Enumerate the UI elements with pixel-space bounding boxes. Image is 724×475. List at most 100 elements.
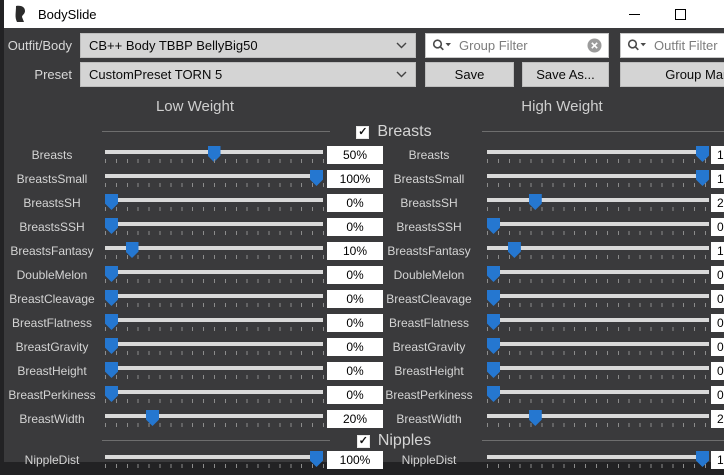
slider-row: DoubleMelon 0% DoubleMelon 0%: [4, 266, 724, 290]
slider-label-high: BreastsSmall: [374, 170, 484, 188]
slider-value-high[interactable]: 0%: [711, 290, 724, 308]
slider-value-high[interactable]: 0%: [711, 338, 724, 356]
section-checkbox[interactable]: ✓: [357, 435, 370, 448]
slider-track-low[interactable]: [105, 198, 323, 202]
slider-ticks-low: [105, 399, 324, 403]
slider-row: NippleDist 100% NippleDist 100%: [4, 451, 724, 475]
slider-label-high: BreastsSSH: [374, 218, 484, 236]
slider-ticks-low: [105, 464, 324, 468]
slider-row: BreastCleavage 0% BreastCleavage 0%: [4, 290, 724, 314]
slider-label-low: BreastGravity: [4, 338, 100, 356]
slider-ticks-low: [105, 231, 324, 235]
slider-label-low: BreastsSSH: [4, 218, 100, 236]
slider-label-low: DoubleMelon: [4, 266, 100, 284]
slider-ticks-high: [487, 231, 710, 235]
slider-track-low[interactable]: [105, 342, 323, 346]
slider-track-high[interactable]: [487, 198, 709, 202]
slider-row: Breasts 50% Breasts 100%: [4, 146, 724, 170]
slider-ticks-low: [105, 351, 324, 355]
slider-ticks-low: [105, 255, 324, 259]
slider-ticks-high: [487, 183, 710, 187]
slider-track-low[interactable]: [105, 318, 323, 322]
slider-value-high[interactable]: 10%: [711, 242, 724, 260]
slider-row: BreastsSSH 0% BreastsSSH 0%: [4, 218, 724, 242]
slider-track-high[interactable]: [487, 414, 709, 418]
slider-value-high[interactable]: 0%: [711, 386, 724, 404]
section-header: ✓ Nipples: [4, 431, 724, 451]
slider-ticks-high: [487, 279, 710, 283]
slider-value-high[interactable]: 100%: [711, 451, 724, 469]
slider-track-low[interactable]: [105, 270, 323, 274]
slider-value-high[interactable]: 20%: [711, 194, 724, 212]
slider-ticks-high: [487, 255, 710, 259]
slider-track-high[interactable]: [487, 294, 709, 298]
slider-track-low[interactable]: [105, 455, 323, 459]
slider-track-low[interactable]: [105, 294, 323, 298]
slider-ticks-high: [487, 207, 710, 211]
slider-value-high[interactable]: 100%: [711, 170, 724, 188]
slider-track-low[interactable]: [105, 222, 323, 226]
slider-track-high[interactable]: [487, 390, 709, 394]
section-title: Breasts: [377, 123, 431, 141]
slider-track-low[interactable]: [105, 150, 323, 154]
slider-track-high[interactable]: [487, 342, 709, 346]
slider-label-low: NippleDist: [4, 451, 100, 469]
slider-label-low: BreastsSH: [4, 194, 100, 212]
slider-label-low: Breasts: [4, 146, 100, 164]
slider-value-high[interactable]: 0%: [711, 362, 724, 380]
slider-label-high: BreastsSH: [374, 194, 484, 212]
slider-track-high[interactable]: [487, 174, 709, 178]
slider-label-low: BreastPerkiness: [4, 386, 100, 404]
slider-label-low: BreastFlatness: [4, 314, 100, 332]
section-title: Nipples: [378, 432, 431, 450]
slider-track-high[interactable]: [487, 318, 709, 322]
slider-track-high[interactable]: [487, 150, 709, 154]
slider-ticks-low: [105, 159, 324, 163]
slider-row: BreastHeight 0% BreastHeight 0%: [4, 362, 724, 386]
slider-value-high[interactable]: 0%: [711, 314, 724, 332]
bodyslide-window: BodySlide Outfit/Body CB++ Body TBBP Bel…: [4, 0, 724, 462]
slider-label-high: Breasts: [374, 146, 484, 164]
slider-ticks-low: [105, 375, 324, 379]
slider-row: BreastsSmall 100% BreastsSmall 100%: [4, 170, 724, 194]
slider-label-low: BreastWidth: [4, 410, 100, 428]
slider-label-high: BreastsFantasy: [374, 242, 484, 260]
section-header: ✓ Breasts: [4, 122, 724, 142]
slider-ticks-low: [105, 207, 324, 211]
slider-value-high[interactable]: 0%: [711, 266, 724, 284]
slider-track-high[interactable]: [487, 246, 709, 250]
slider-ticks-low: [105, 327, 324, 331]
slider-value-high[interactable]: 0%: [711, 218, 724, 236]
slider-track-high[interactable]: [487, 270, 709, 274]
slider-label-high: BreastHeight: [374, 362, 484, 380]
slider-row: BreastGravity 0% BreastGravity 0%: [4, 338, 724, 362]
slider-track-high[interactable]: [487, 455, 709, 459]
slider-value-high[interactable]: 100%: [711, 146, 724, 164]
slider-row: BreastsSH 0% BreastsSH 20%: [4, 194, 724, 218]
section-checkbox[interactable]: ✓: [356, 126, 369, 139]
slider-label-high: DoubleMelon: [374, 266, 484, 284]
slider-track-low[interactable]: [105, 174, 323, 178]
slider-label-low: BreastCleavage: [4, 290, 100, 308]
slider-label-high: BreastGravity: [374, 338, 484, 356]
slider-label-high: BreastPerkiness: [374, 386, 484, 404]
slider-label-low: BreastsSmall: [4, 170, 100, 188]
slider-ticks-high: [487, 303, 710, 307]
slider-ticks-high: [487, 375, 710, 379]
slider-track-low[interactable]: [105, 246, 323, 250]
slider-row: BreastsFantasy 10% BreastsFantasy 10%: [4, 242, 724, 266]
slider-label-low: BreastsFantasy: [4, 242, 100, 260]
slider-track-high[interactable]: [487, 366, 709, 370]
slider-track-high[interactable]: [487, 222, 709, 226]
bodyslide-app: { "window": { "title": "BodySlide" }, "t…: [0, 0, 724, 462]
slider-ticks-high: [487, 327, 710, 331]
slider-ticks-low: [105, 183, 324, 187]
slider-track-low[interactable]: [105, 390, 323, 394]
slider-ticks-high: [487, 423, 710, 427]
slider-track-low[interactable]: [105, 414, 323, 418]
slider-value-high[interactable]: 20%: [711, 410, 724, 428]
slider-track-low[interactable]: [105, 366, 323, 370]
slider-row: BreastFlatness 0% BreastFlatness 0%: [4, 314, 724, 338]
slider-area: ✓ Breasts Breasts 50% Breasts 100% Breas…: [4, 0, 724, 462]
slider-label-low: BreastHeight: [4, 362, 100, 380]
